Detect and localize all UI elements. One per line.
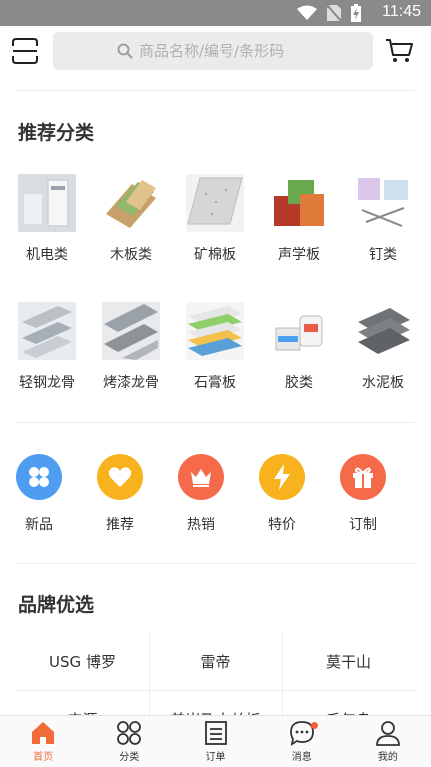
category-icon <box>117 721 142 745</box>
tab-label: 订单 <box>205 752 226 763</box>
divider <box>16 90 415 91</box>
category-label: 水泥板 <box>362 375 404 391</box>
mineral-wool-board-thumb <box>186 174 244 232</box>
painted-keel-thumb <box>102 302 160 360</box>
category-label: 矿棉板 <box>194 247 236 263</box>
category-label: 石膏板 <box>194 375 236 391</box>
electromechanical-thumb <box>18 174 76 232</box>
tab-category[interactable]: 分类 <box>86 716 172 767</box>
cement-board-thumb <box>354 302 412 360</box>
category-label: 胶类 <box>285 375 313 391</box>
gift-icon <box>340 454 386 500</box>
brand-cell[interactable]: USG 博罗 <box>16 632 149 690</box>
search-icon <box>117 43 133 59</box>
divider <box>16 422 415 423</box>
nails-thumb <box>354 174 412 232</box>
lightning-icon <box>259 454 305 500</box>
quick-link-custom[interactable]: 订制 <box>328 454 398 534</box>
brand-cell[interactable]: 雷帝 <box>149 632 282 690</box>
wifi-icon <box>297 5 317 20</box>
acoustic-board-thumb <box>270 174 328 232</box>
category-label: 烤漆龙骨 <box>103 375 159 391</box>
category-item-nails[interactable]: 钉类 <box>341 174 425 264</box>
category-label: 声学板 <box>278 247 320 263</box>
tab-orders[interactable]: 订单 <box>172 716 258 767</box>
tab-home[interactable]: 首页 <box>0 716 86 767</box>
quick-link-label: 推荐 <box>106 517 134 533</box>
category-label: 木板类 <box>110 247 152 263</box>
divider <box>16 563 415 564</box>
category-item-mineral-wool-board[interactable]: 矿棉板 <box>173 174 257 264</box>
light-steel-keel-thumb <box>18 302 76 360</box>
wood-board-thumb <box>102 174 160 232</box>
category-item-cement-board[interactable]: 水泥板 <box>341 302 425 392</box>
bottom-tab-bar: 首页 分类 订单 消息 我的 <box>0 715 431 767</box>
category-item-glue[interactable]: 胶类 <box>257 302 341 392</box>
quick-link-label: 新品 <box>25 517 53 533</box>
tab-label: 我的 <box>377 752 398 763</box>
status-bar: 11:45 <box>0 0 431 26</box>
cart-icon[interactable] <box>385 38 413 64</box>
quick-link-special[interactable]: 特价 <box>247 454 317 534</box>
tab-messages[interactable]: 消息 <box>259 716 345 767</box>
tab-label: 分类 <box>119 752 140 763</box>
divider <box>149 632 150 722</box>
battery-charging-icon <box>351 4 361 22</box>
home-icon <box>32 722 55 744</box>
gypsum-board-thumb <box>186 302 244 360</box>
tab-label: 消息 <box>291 752 312 763</box>
tab-profile[interactable]: 我的 <box>345 716 431 767</box>
brands-title: 品牌优选 <box>18 594 95 616</box>
heart-icon <box>97 454 143 500</box>
category-item-painted-keel[interactable]: 烤漆龙骨 <box>89 302 173 392</box>
crown-icon <box>178 454 224 500</box>
category-item-wood-board[interactable]: 木板类 <box>89 174 173 264</box>
category-label: 轻钢龙骨 <box>19 375 75 391</box>
category-label: 机电类 <box>26 247 68 263</box>
unread-badge <box>310 722 318 729</box>
status-icons <box>297 4 361 22</box>
quick-link-hot[interactable]: 热销 <box>166 454 236 534</box>
divider <box>282 632 283 722</box>
top-bar <box>0 26 431 76</box>
profile-icon <box>376 721 400 746</box>
tab-label: 首页 <box>33 752 54 763</box>
no-sim-icon <box>327 5 341 21</box>
clock: 11:45 <box>382 3 421 20</box>
recommended-title: 推荐分类 <box>18 122 95 144</box>
order-icon <box>204 721 227 745</box>
glue-thumb <box>270 302 328 360</box>
quick-link-new[interactable]: 新品 <box>4 454 74 534</box>
category-label: 钉类 <box>369 247 397 263</box>
category-item-acoustic-board[interactable]: 声学板 <box>257 174 341 264</box>
quick-link-label: 特价 <box>268 517 296 533</box>
quick-link-recommend[interactable]: 推荐 <box>85 454 155 534</box>
quick-link-label: 热销 <box>187 517 215 533</box>
category-item-light-steel-keel[interactable]: 轻钢龙骨 <box>5 302 89 392</box>
search-input[interactable] <box>139 42 359 60</box>
brand-cell[interactable]: 莫干山 <box>282 632 415 690</box>
new-icon <box>16 454 62 500</box>
category-item-electromechanical[interactable]: 机电类 <box>5 174 89 264</box>
scan-icon[interactable] <box>12 38 38 64</box>
category-item-gypsum-board[interactable]: 石膏板 <box>173 302 257 392</box>
search-bar[interactable] <box>53 32 373 70</box>
quick-link-label: 订制 <box>349 517 377 533</box>
